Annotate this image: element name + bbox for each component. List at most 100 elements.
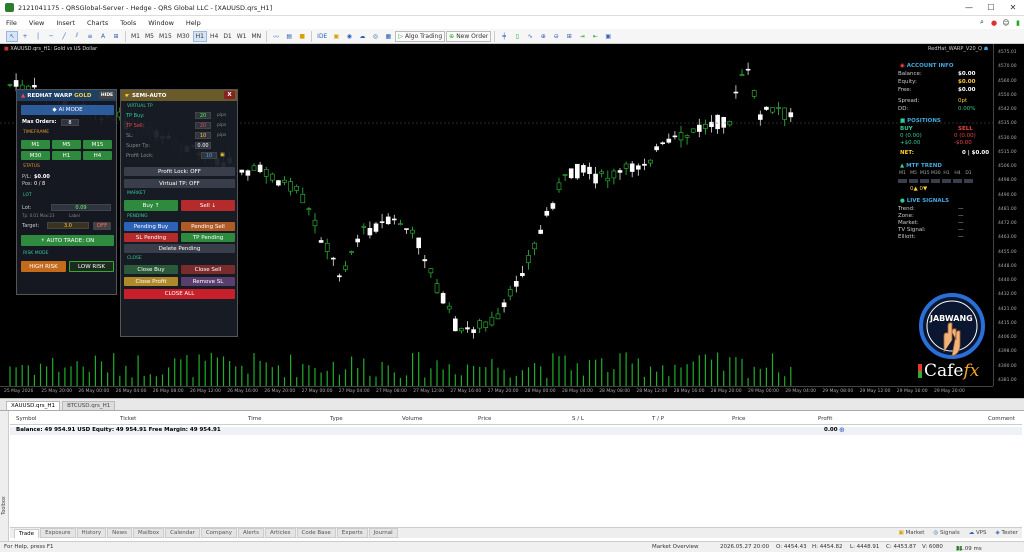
maximize-button[interactable]: ☐	[980, 3, 1002, 12]
autoscroll-icon[interactable]: ⇥	[576, 31, 588, 42]
close-buy-button[interactable]: Close Buy	[124, 265, 178, 274]
tf-m15[interactable]: M15	[157, 31, 174, 42]
tab-exposure[interactable]: Exposure	[40, 528, 76, 538]
tf-m1[interactable]: M1	[129, 31, 142, 42]
minimize-button[interactable]: —	[958, 3, 980, 12]
templates-icon[interactable]: ▤	[283, 31, 295, 42]
pending-sell-button[interactable]: Pending Sell	[181, 222, 235, 231]
col-price[interactable]: Price	[478, 416, 491, 422]
algo-trading-button[interactable]: ▷ Algo Trading	[395, 30, 446, 42]
menu-insert[interactable]: Insert	[50, 19, 81, 27]
semi-close-button[interactable]: X	[224, 91, 235, 99]
col-comment[interactable]: Comment	[988, 416, 1015, 422]
profit-lock-button[interactable]: Profit Lock: OFF	[124, 167, 235, 176]
tab-mailbox[interactable]: Mailbox	[132, 528, 165, 538]
target-off-button[interactable]: OFF	[93, 222, 111, 230]
zoom-out-icon[interactable]: ⊖	[550, 31, 562, 42]
add-column-icon[interactable]: ⊕	[839, 427, 845, 434]
strategy-icon[interactable]: ◉	[343, 31, 355, 42]
notifications-icon[interactable]: ●	[988, 19, 1000, 27]
tf-mn[interactable]: MN	[250, 31, 264, 42]
close-all-button[interactable]: CLOSE ALL	[124, 289, 235, 299]
tab-experts[interactable]: Experts	[336, 528, 368, 538]
tf-m30[interactable]: M30	[175, 31, 192, 42]
auto-trade-button[interactable]: ⚡ AUTO TRADE: ON	[21, 235, 114, 246]
pending-buy-button[interactable]: Pending Buy	[124, 222, 178, 231]
menu-help[interactable]: Help	[180, 19, 207, 27]
buy-button[interactable]: Buy ↑	[124, 200, 178, 211]
tf-h4[interactable]: H4	[208, 31, 220, 42]
cloud-icon[interactable]: ☁	[356, 31, 368, 42]
rh-tf-h1[interactable]: H1	[52, 151, 81, 160]
user-icon[interactable]: ☺	[1000, 19, 1012, 27]
status-market-overview[interactable]: Market Overview	[652, 544, 699, 550]
horizontal-line-icon[interactable]: ─	[45, 31, 57, 42]
market-link[interactable]: ▣ Market	[895, 530, 929, 536]
vps-link[interactable]: ☁ VPS	[965, 530, 991, 536]
bar-chart-icon[interactable]: ╪	[498, 31, 510, 42]
profiles-icon[interactable]: ■	[296, 31, 308, 42]
tf-m5[interactable]: M5	[143, 31, 156, 42]
profit-lock-input[interactable]: 10	[201, 152, 217, 159]
sl-pending-button[interactable]: SL Pending	[124, 233, 178, 242]
zoom-in-icon[interactable]: ⊕	[537, 31, 549, 42]
sell-button[interactable]: Sell ↓	[181, 200, 235, 211]
virtual-tp-button[interactable]: Virtual TP: OFF	[124, 179, 235, 188]
col-symbol[interactable]: Symbol	[16, 416, 37, 422]
channel-icon[interactable]: ⫽	[71, 31, 83, 42]
rh-tf-m15[interactable]: M15	[83, 140, 112, 149]
rh-tf-m5[interactable]: M5	[52, 140, 81, 149]
candle-chart-icon[interactable]: ▯	[511, 31, 523, 42]
new-order-button[interactable]: ⊕ New Order	[446, 30, 492, 42]
ide-button[interactable]: IDE	[315, 31, 329, 42]
tab-trade[interactable]: Trade	[14, 528, 40, 538]
indicators-icon[interactable]: 〰	[270, 31, 282, 42]
close-button[interactable]: ✕	[1002, 3, 1024, 12]
col-sl[interactable]: S / L	[572, 416, 584, 422]
close-profit-button[interactable]: Close Profit	[124, 277, 178, 286]
cursor-icon[interactable]: ↖	[6, 30, 18, 42]
time-axis[interactable]: 25 May 2026 25 May 20:00 26 May 00:00 26 Ma…	[0, 386, 993, 398]
target-input[interactable]: 3.0	[47, 222, 89, 229]
screenshot-icon[interactable]: ▣	[602, 31, 614, 42]
chart-shift-icon[interactable]: ⇤	[589, 31, 601, 42]
low-risk-button[interactable]: LOW RISK	[69, 261, 114, 272]
tab-news[interactable]: News	[107, 528, 132, 538]
lot-input[interactable]: 0.09	[51, 204, 111, 211]
tf-d1[interactable]: D1	[221, 31, 233, 42]
tp-pending-button[interactable]: TP Pending	[181, 233, 235, 242]
chart-tab-btcusd[interactable]: BTCUSD.qrs_H1	[62, 401, 116, 410]
chart-tab-xauusd[interactable]: XAUUSD.qrs_H1	[6, 401, 61, 410]
tab-articles[interactable]: Articles	[264, 528, 296, 538]
balance-row[interactable]: Balance: 49 954.91 USD Equity: 49 954.91…	[10, 427, 1022, 435]
tab-calendar[interactable]: Calendar	[165, 528, 200, 538]
col-profit[interactable]: Profit	[818, 416, 832, 422]
search-icon[interactable]: ⌕	[976, 18, 988, 27]
text-icon[interactable]: A	[97, 31, 109, 42]
tf-h1[interactable]: H1	[192, 30, 207, 42]
hide-button[interactable]: HIDE	[99, 91, 115, 99]
tab-alerts[interactable]: Alerts	[238, 528, 264, 538]
ea-label[interactable]: RedHat_WARP_V20_Q ☗	[928, 46, 988, 52]
close-sell-button[interactable]: Close Sell	[181, 265, 235, 274]
toolbox-side-tab[interactable]: Toolbox	[0, 411, 9, 542]
col-type[interactable]: Type	[330, 416, 343, 422]
col-ticket[interactable]: Ticket	[120, 416, 136, 422]
signals-link[interactable]: ◎ Signals	[929, 530, 963, 536]
rh-tf-m1[interactable]: M1	[21, 140, 50, 149]
menu-file[interactable]: File	[0, 19, 23, 27]
vertical-line-icon[interactable]: │	[32, 31, 44, 42]
col-time[interactable]: Time	[248, 416, 261, 422]
high-risk-button[interactable]: HIGH RISK	[21, 261, 66, 272]
lock-icon[interactable]: ▣	[330, 31, 342, 42]
tab-company[interactable]: Company	[200, 528, 238, 538]
rh-tf-h4[interactable]: H4	[83, 151, 112, 160]
tp-sell-input[interactable]: 20	[195, 122, 211, 129]
tf-w1[interactable]: W1	[235, 31, 249, 42]
fibonacci-icon[interactable]: ≡	[84, 31, 96, 42]
ai-mode-button[interactable]: ◆ AI MODE	[21, 105, 114, 115]
menu-window[interactable]: Window	[142, 19, 180, 27]
menu-tools[interactable]: Tools	[114, 19, 142, 27]
col-current-price[interactable]: Price	[732, 416, 745, 422]
super-tp-input[interactable]: 0.00	[195, 142, 211, 149]
